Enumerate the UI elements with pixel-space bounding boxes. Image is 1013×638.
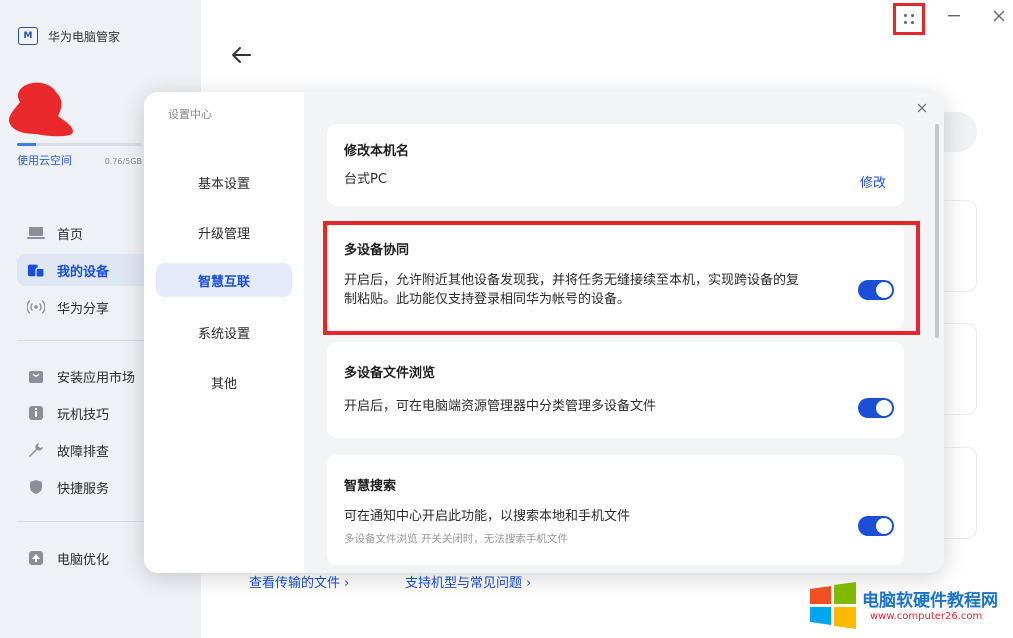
app-title-bar: M 华为电脑管家 [18, 27, 120, 45]
site-watermark: 电脑软硬件教程网 www.computer26.com [808, 578, 1008, 632]
watermark-url: www.computer26.com [870, 611, 983, 622]
settings-scrollbar[interactable] [935, 124, 939, 338]
rename-device-card: 修改本机名 台式PC 修改 [327, 124, 904, 206]
cloud-usage: 0.76/5GB [104, 157, 142, 166]
wrench-icon [27, 441, 45, 459]
minimize-button[interactable] [941, 4, 967, 28]
optimize-icon [27, 549, 45, 567]
settings-menu-other[interactable]: 其他 [156, 365, 292, 399]
laptop-icon [27, 224, 45, 242]
cloud-space[interactable]: 使用云空间 0.76/5GB [17, 143, 142, 168]
sidebar-item-label: 我的设备 [57, 264, 110, 280]
file-browse-desc: 开启后，可在电脑端资源管理器中分类管理多设备文件 [344, 399, 657, 414]
cloud-space-label[interactable]: 使用云空间 [17, 152, 72, 168]
back-arrow-icon[interactable] [228, 42, 254, 68]
settings-menu-basic[interactable]: 基本设置 [156, 165, 292, 199]
minimize-icon [948, 15, 960, 17]
file-browse-card: 多设备文件浏览 开启后，可在电脑端资源管理器中分类管理多设备文件 [327, 342, 904, 438]
wireless-share-icon [27, 298, 45, 316]
view-transferred-files-link[interactable]: 查看传输的文件 › [249, 572, 349, 591]
settings-menu-system[interactable]: 系统设置 [156, 315, 292, 349]
sidebar-item-label: 电脑优化 [57, 552, 110, 568]
avatar-redaction [9, 82, 73, 137]
sidebar-item-label: 玩机技巧 [57, 407, 110, 423]
rename-title: 修改本机名 [344, 144, 410, 159]
app-grid-button[interactable] [893, 3, 925, 35]
smart-search-note: 多设备文件浏览 开关关闭时，无法搜索手机文件 [344, 533, 568, 545]
close-icon [917, 103, 927, 113]
settings-title: 设置中心 [168, 108, 212, 121]
file-browse-toggle[interactable] [858, 398, 894, 418]
file-browse-title: 多设备文件浏览 [344, 366, 436, 381]
watermark-title: 电脑软硬件教程网 [862, 591, 998, 611]
annotation-highlight-box [323, 221, 920, 335]
sidebar-item-label: 安装应用市场 [57, 370, 136, 386]
windows-logo-icon [810, 582, 856, 629]
smart-search-toggle[interactable] [858, 516, 894, 536]
sidebar-item-label: 故障排查 [57, 444, 110, 460]
settings-menu-upgrade[interactable]: 升级管理 [156, 215, 292, 249]
close-window-button[interactable] [986, 4, 1012, 28]
rename-button[interactable]: 修改 [860, 172, 886, 191]
settings-menu: 设置中心 基本设置 升级管理 智慧互联 系统设置 其他 [144, 92, 304, 573]
smart-search-card: 智慧搜索 可在通知中心开启此功能，以搜索本地和手机文件 多设备文件浏览 开关关闭… [327, 455, 904, 565]
app-logo-icon: M [18, 27, 38, 45]
sidebar-item-label: 华为分享 [57, 301, 110, 317]
shield-icon [27, 478, 45, 496]
smart-search-title: 智慧搜索 [344, 479, 397, 494]
grid-dots-icon [904, 14, 914, 24]
supported-models-faq-link[interactable]: 支持机型与常见问题 › [405, 572, 531, 591]
app-title: 华为电脑管家 [48, 29, 121, 44]
sidebar-item-label: 快捷服务 [57, 481, 110, 497]
sidebar-item-label: 首页 [57, 227, 84, 243]
settings-close-button[interactable] [912, 98, 932, 118]
device-name: 台式PC [344, 172, 387, 187]
close-icon [993, 10, 1005, 22]
smart-search-desc: 可在通知中心开启此功能，以搜索本地和手机文件 [344, 509, 631, 524]
store-bag-icon [27, 367, 45, 385]
cloud-progress-bar [17, 143, 142, 146]
info-icon [27, 404, 45, 422]
settings-menu-smart-connect[interactable]: 智慧互联 [156, 263, 292, 297]
devices-icon [27, 261, 45, 279]
settings-dialog: 设置中心 基本设置 升级管理 智慧互联 系统设置 其他 修改本机名 台式PC 修… [144, 92, 944, 573]
